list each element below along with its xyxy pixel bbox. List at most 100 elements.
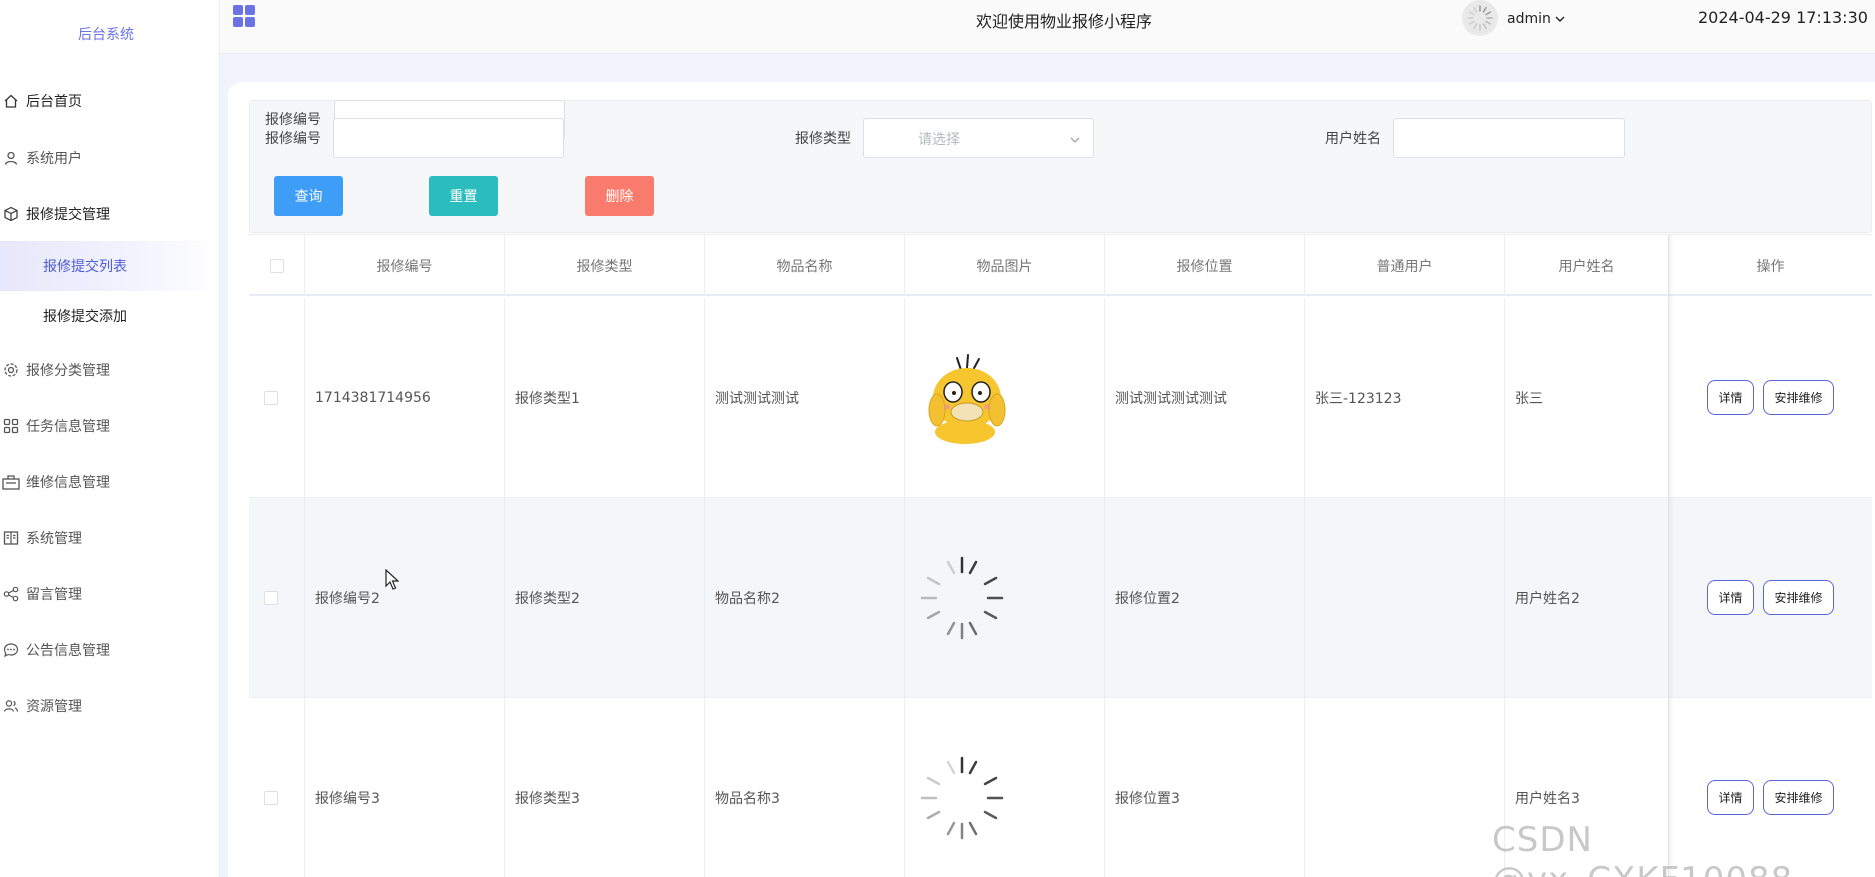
column-header: 报修位置 xyxy=(1105,235,1305,296)
repair-type-placeholder: 请选择 xyxy=(918,132,960,148)
gear-icon xyxy=(2,361,20,379)
cell-item-image xyxy=(905,298,1105,498)
column-header: 物品图片 xyxy=(905,235,1105,296)
column-header: 普通用户 xyxy=(1305,235,1505,296)
mouse-cursor-icon xyxy=(385,569,399,590)
cell-user-name: 用户姓名2 xyxy=(1505,498,1669,698)
loading-spinner-icon xyxy=(920,756,1004,840)
page-title: 欢迎使用物业报修小程序 xyxy=(976,12,1153,31)
sidebar: 后台系统 后台首页 系统用户 报修提交管理 报修提交列表 报修提交添加 报修分类… xyxy=(0,0,220,877)
query-button[interactable]: 查询 xyxy=(274,176,343,216)
cell-item-name: 物品名称3 xyxy=(705,698,905,877)
cell-repair-id: 报修编号3 xyxy=(305,698,505,877)
toolbox-icon xyxy=(2,473,20,491)
row-select-cell xyxy=(249,298,305,498)
detail-button[interactable]: 详情 xyxy=(1707,780,1754,815)
sidebar-item-resources[interactable]: 资源管理 xyxy=(0,686,220,726)
sidebar-item-announcements[interactable]: 公告信息管理 xyxy=(0,630,220,670)
cell-repair-id: 报修编号2 xyxy=(305,498,505,698)
avatar[interactable] xyxy=(1462,0,1498,36)
sidebar-item-label: 系统管理 xyxy=(26,531,82,547)
column-header: 操作 xyxy=(1756,258,1785,275)
share-icon xyxy=(2,585,20,603)
cell-user xyxy=(1305,698,1505,877)
repair-id-field[interactable] xyxy=(333,118,564,158)
repair-id-label: 报修编号 xyxy=(265,112,321,128)
detail-button[interactable]: 详情 xyxy=(1707,580,1754,615)
delete-button[interactable]: 删除 xyxy=(585,176,654,216)
fixed-column-shadow xyxy=(1668,235,1674,877)
row-checkbox[interactable] xyxy=(264,391,278,405)
sidebar-title: 后台系统 xyxy=(78,27,134,43)
sidebar-item-label: 后台首页 xyxy=(26,94,82,110)
column-header: 用户姓名 xyxy=(1505,235,1669,296)
column-header: 报修编号 xyxy=(305,235,505,296)
assign-repair-button[interactable]: 安排维修 xyxy=(1763,580,1834,615)
cell-repair-type: 报修类型3 xyxy=(505,698,705,877)
sidebar-item-label: 维修信息管理 xyxy=(26,475,110,491)
repair-type-label: 报修类型 xyxy=(795,131,851,147)
item-image xyxy=(928,354,1006,444)
select-all-checkbox[interactable] xyxy=(269,258,284,273)
user-name-field[interactable] xyxy=(1393,118,1625,158)
sidebar-subitem-repair-add[interactable]: 报修提交添加 xyxy=(0,291,218,341)
cell-location: 报修位置2 xyxy=(1105,498,1305,698)
column-header: 报修类型 xyxy=(505,235,705,296)
row-checkbox[interactable] xyxy=(264,591,278,605)
assign-repair-button[interactable]: 安排维修 xyxy=(1763,380,1834,415)
cell-location: 报修位置3 xyxy=(1105,698,1305,877)
cell-item-image xyxy=(905,698,1105,877)
cell-item-image xyxy=(905,498,1105,698)
sidebar-item-messages[interactable]: 留言管理 xyxy=(0,574,220,614)
cell-repair-type: 报修类型1 xyxy=(505,298,705,498)
watermark: CSDN @vx_CXKF10088 xyxy=(1492,820,1792,877)
sidebar-item-task-info[interactable]: 任务信息管理 xyxy=(0,406,220,446)
grid-icon xyxy=(2,417,20,435)
sidebar-item-system-users[interactable]: 系统用户 xyxy=(0,138,220,178)
chat-icon xyxy=(2,641,20,659)
sidebar-item-repair-category[interactable]: 报修分类管理 xyxy=(0,350,220,390)
assign-repair-button[interactable]: 安排维修 xyxy=(1763,780,1834,815)
home-icon xyxy=(2,92,20,110)
repair-type-select[interactable]: 请选择 xyxy=(863,118,1094,158)
cell-user: 张三-123123 xyxy=(1305,298,1505,498)
cell-repair-id: 1714381714956 xyxy=(305,298,505,498)
sidebar-item-label: 任务信息管理 xyxy=(26,419,110,435)
row-select-cell xyxy=(249,698,305,877)
cell-user-name: 张三 xyxy=(1505,298,1669,498)
sidebar-item-label: 系统用户 xyxy=(26,151,82,167)
user-menu[interactable]: admin xyxy=(1507,11,1565,27)
cell-location: 测试测试测试测试 xyxy=(1105,298,1305,498)
sidebar-item-system-manage[interactable]: 系统管理 xyxy=(0,518,220,558)
book-icon xyxy=(2,529,20,547)
username: admin xyxy=(1507,11,1551,27)
users-icon xyxy=(2,697,20,715)
cube-icon xyxy=(2,205,20,223)
chevron-down-icon xyxy=(1069,131,1081,150)
user-icon xyxy=(2,149,20,167)
sidebar-item-label: 留言管理 xyxy=(26,587,82,603)
sidebar-subitem-repair-list[interactable]: 报修提交列表 xyxy=(0,241,218,291)
row-select-cell xyxy=(249,498,305,698)
datetime: 2024-04-29 17:13:30 xyxy=(1698,8,1868,27)
user-name-label: 用户姓名 xyxy=(1325,131,1381,147)
menu-toggle-icon[interactable] xyxy=(233,5,255,27)
cell-user xyxy=(1305,498,1505,698)
cell-item-name: 物品名称2 xyxy=(705,498,905,698)
table-row: 报修编号2 报修类型2 物品名称2 报修位置2 用户姓名2 详情 安排维修 xyxy=(249,498,1872,698)
loading-spinner-icon xyxy=(920,556,1004,640)
sidebar-item-label: 资源管理 xyxy=(26,699,82,715)
sidebar-item-home[interactable]: 后台首页 xyxy=(0,81,220,121)
select-all-cell xyxy=(249,235,305,296)
sidebar-item-maintenance-info[interactable]: 维修信息管理 xyxy=(0,462,220,502)
detail-button[interactable]: 详情 xyxy=(1707,380,1754,415)
row-checkbox[interactable] xyxy=(264,791,278,805)
sidebar-item-label: 公告信息管理 xyxy=(26,643,110,659)
cell-item-name: 测试测试测试 xyxy=(705,298,905,498)
sidebar-item-repair-submit[interactable]: 报修提交管理 xyxy=(0,194,220,234)
reset-button[interactable]: 重置 xyxy=(429,176,498,216)
sidebar-item-label: 报修分类管理 xyxy=(26,363,110,379)
repair-id-label-text: 报修编号 xyxy=(265,131,321,147)
cell-repair-type: 报修类型2 xyxy=(505,498,705,698)
column-header: 物品名称 xyxy=(705,235,905,296)
